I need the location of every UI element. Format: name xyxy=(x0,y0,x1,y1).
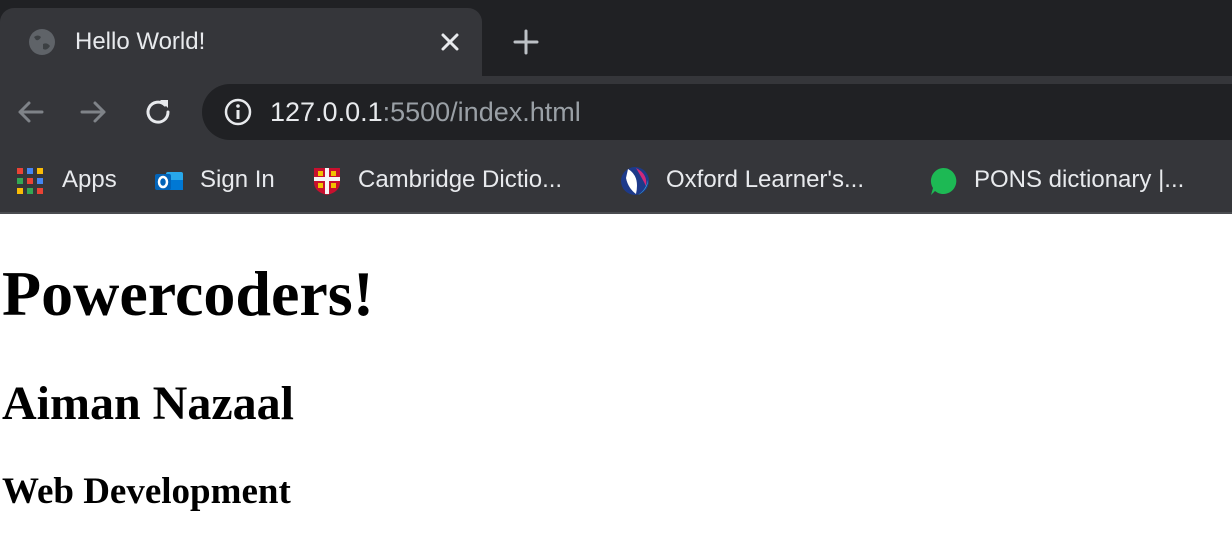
new-tab-plus-icon[interactable] xyxy=(512,28,540,56)
url-text[interactable]: 127.0.0.1:5500/index.html xyxy=(270,96,581,128)
apps-grid-icon xyxy=(17,168,43,194)
tab-strip: Hello World! xyxy=(0,0,1232,76)
globe-icon xyxy=(29,29,55,55)
forward-arrow-icon[interactable] xyxy=(78,96,110,128)
address-bar[interactable]: 127.0.0.1:5500/index.html xyxy=(202,84,1232,140)
bookmarks-bar: Apps Sign In Cambridge Dictio... Oxford … xyxy=(0,148,1232,212)
url-host: 127.0.0.1 xyxy=(270,97,383,127)
url-path: :5500/index.html xyxy=(382,97,581,127)
bookmark-label: Sign In xyxy=(200,166,275,193)
toolbar: 127.0.0.1:5500/index.html xyxy=(0,76,1232,148)
tab-active[interactable]: Hello World! xyxy=(0,8,482,76)
outlook-icon xyxy=(155,172,183,190)
reload-icon[interactable] xyxy=(142,96,174,128)
pons-icon xyxy=(930,167,957,195)
tab-title: Hello World! xyxy=(75,28,206,55)
page-content: Powercoders! Aiman Nazaal Web Developmen… xyxy=(0,214,1232,544)
back-arrow-icon[interactable] xyxy=(14,96,46,128)
cambridge-crest-icon xyxy=(314,168,340,195)
close-icon[interactable] xyxy=(438,30,462,54)
browser-chrome: Hello World! 127.0.0.1:5500/index.html A… xyxy=(0,0,1232,214)
bookmark-label: Oxford Learner's... xyxy=(666,166,864,193)
bookmark-label: PONS dictionary |... xyxy=(974,166,1185,193)
bookmark-label: Apps xyxy=(62,166,117,193)
info-icon[interactable] xyxy=(224,98,252,126)
page-heading-h2: Aiman Nazaal xyxy=(2,377,294,430)
bookmark-label: Cambridge Dictio... xyxy=(358,166,563,193)
oxford-learners-icon xyxy=(621,167,649,195)
page-heading-h1: Powercoders! xyxy=(2,258,374,329)
page-heading-h3: Web Development xyxy=(2,471,291,512)
